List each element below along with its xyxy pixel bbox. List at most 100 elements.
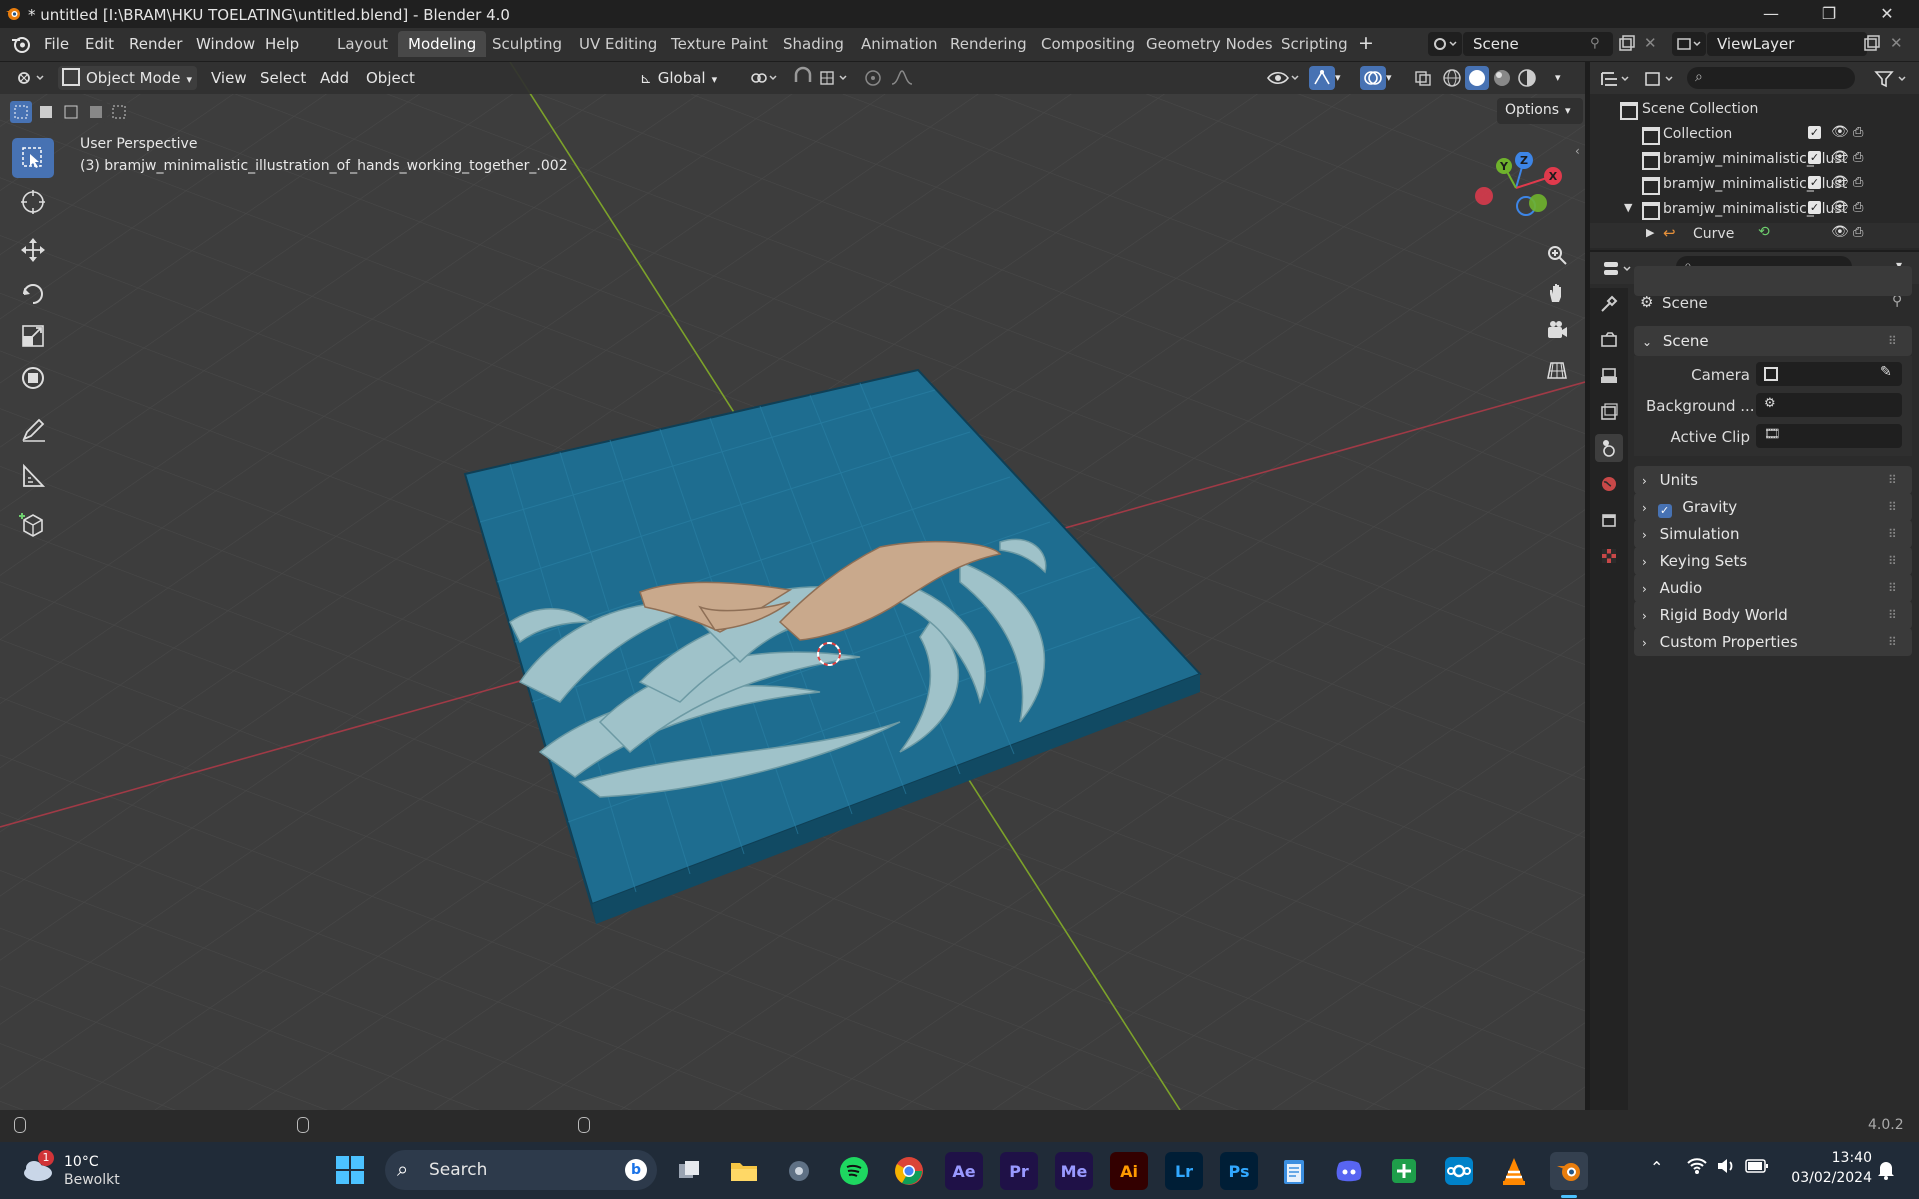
camera-view-icon[interactable]	[1539, 313, 1575, 349]
minimize-button[interactable]: —	[1743, 0, 1799, 28]
menu-render[interactable]: Render	[129, 35, 182, 53]
settings-icon[interactable]	[780, 1152, 818, 1190]
rotate-tool[interactable]	[12, 274, 54, 314]
eye-icon[interactable]: 👁	[1831, 224, 1849, 240]
viewlayer-name-field[interactable]: ViewLayer	[1707, 32, 1867, 56]
drag-handle-icon[interactable]: ⠿	[1888, 466, 1897, 494]
battery-icon[interactable]	[1745, 1158, 1769, 1178]
collection-tab-icon[interactable]	[1595, 506, 1623, 534]
eye-icon[interactable]: 👁	[1831, 124, 1849, 140]
visibility-icon[interactable]	[1265, 66, 1301, 90]
tab-scripting[interactable]: Scripting	[1271, 31, 1358, 57]
tab-texture-paint[interactable]: Texture Paint	[661, 31, 778, 57]
maximize-button[interactable]: ❐	[1801, 0, 1857, 28]
expand-arrow-icon[interactable]: ▼	[1624, 201, 1632, 214]
delete-scene-icon[interactable]: ✕	[1644, 34, 1664, 54]
drag-handle-icon[interactable]: ⠿	[1888, 628, 1897, 656]
drag-handle-icon[interactable]: ⠿	[1888, 547, 1897, 575]
render-tab-icon[interactable]	[1595, 326, 1623, 354]
weather-widget[interactable]: 1 10°C Bewolkt	[20, 1148, 140, 1192]
green-app-icon[interactable]	[1385, 1152, 1423, 1190]
camera-render-icon[interactable]: ⎙	[1853, 225, 1863, 240]
chrome-icon[interactable]	[890, 1152, 928, 1190]
tab-layout[interactable]: Layout	[327, 31, 398, 57]
outliner-item[interactable]: ▶ ↩ Curve ⟲ 👁 ⎙	[1590, 223, 1919, 248]
select-box-tool[interactable]	[12, 138, 54, 178]
sidebar-toggle-icon[interactable]: ‹	[1575, 144, 1585, 158]
material-shading-icon[interactable]	[1490, 66, 1514, 90]
menu-help[interactable]: Help	[265, 35, 299, 53]
falloff-icon[interactable]	[888, 66, 922, 90]
proportional-edit-icon[interactable]	[860, 66, 886, 90]
menu-file[interactable]: File	[44, 35, 69, 53]
tab-animation[interactable]: Animation	[851, 31, 947, 57]
eye-icon[interactable]: 👁	[1831, 149, 1849, 165]
view-layer-tab-icon[interactable]	[1595, 398, 1623, 426]
zoom-icon[interactable]	[1539, 237, 1575, 273]
volume-icon[interactable]	[1715, 1156, 1737, 1180]
premiere-icon[interactable]: Pr	[1000, 1152, 1038, 1190]
delete-viewlayer-icon[interactable]: ✕	[1890, 34, 1910, 54]
notification-bell-icon[interactable]	[1876, 1159, 1896, 1185]
display-mode-icon[interactable]	[1642, 68, 1678, 90]
menu-object[interactable]: Object	[366, 66, 415, 90]
exclude-checkbox[interactable]: ✓	[1808, 151, 1821, 164]
clock-date[interactable]: 03/02/2024	[1778, 1170, 1872, 1186]
simulation-panel[interactable]: › Simulation ⠿	[1634, 520, 1912, 548]
drag-handle-icon[interactable]: ⠿	[1888, 574, 1897, 602]
scene-panel[interactable]: ⌄ Scene ⠿	[1634, 326, 1912, 356]
editor-type-button[interactable]	[12, 66, 48, 90]
3d-viewport[interactable]: Object Mode ▾ View Select Add Object ⊾ Glo…	[0, 62, 1585, 1110]
tab-rendering[interactable]: Rendering	[940, 31, 1037, 57]
texture-tab-icon[interactable]	[1595, 542, 1623, 570]
drag-handle-icon[interactable]: ⠿	[1888, 520, 1897, 548]
gizmo-dropdown-icon[interactable]: ▾	[1335, 66, 1351, 90]
wifi-icon[interactable]	[1686, 1156, 1708, 1181]
discord-icon[interactable]	[1330, 1152, 1368, 1190]
add-cube-tool[interactable]	[12, 504, 54, 544]
output-tab-icon[interactable]	[1595, 362, 1623, 390]
rigid-body-world-panel[interactable]: › Rigid Body World ⠿	[1634, 601, 1912, 629]
object-mode-dropdown[interactable]: Object Mode ▾	[58, 66, 197, 90]
camera-render-icon[interactable]: ⎙	[1853, 175, 1863, 190]
outliner-item[interactable]: bramjw_minimalistic_illust ✓ 👁 ⎙	[1590, 173, 1919, 198]
outliner-item[interactable]: ▼ bramjw_minimalistic_illust ✓ 👁 ⎙	[1590, 198, 1919, 223]
clock-time[interactable]: 13:40	[1792, 1150, 1872, 1166]
vlc-icon[interactable]	[1495, 1152, 1533, 1190]
solid-shading-icon[interactable]	[1465, 66, 1489, 90]
file-explorer-icon[interactable]	[725, 1152, 763, 1190]
outliner-scene-collection[interactable]: Scene Collection	[1590, 98, 1919, 123]
show-hidden-icons[interactable]: ⌃	[1650, 1158, 1663, 1177]
camera-render-icon[interactable]: ⎙	[1853, 150, 1863, 165]
close-button[interactable]: ✕	[1859, 0, 1915, 28]
move-tool[interactable]	[12, 230, 54, 270]
nextcloud-icon[interactable]	[1440, 1152, 1478, 1190]
gravity-checkbox[interactable]: ✓	[1657, 504, 1672, 518]
active-clip-field[interactable]: 🎞	[1756, 424, 1902, 448]
filter-icon[interactable]	[1872, 68, 1912, 90]
scene-panel-header[interactable]	[1634, 266, 1912, 296]
selection-mode-buttons[interactable]	[10, 100, 128, 124]
pivot-point-icon[interactable]	[746, 66, 780, 90]
rendered-shading-icon[interactable]	[1515, 66, 1539, 90]
camera-render-icon[interactable]: ⎙	[1853, 200, 1863, 215]
tab-sculpting[interactable]: Sculpting	[482, 31, 572, 57]
task-view-icon[interactable]	[670, 1152, 708, 1190]
tab-shading[interactable]: Shading	[773, 31, 854, 57]
taskbar-search-box[interactable]: ⌕ Search b	[385, 1150, 657, 1190]
eye-icon[interactable]: 👁	[1831, 199, 1849, 215]
camera-field[interactable]: ✎	[1756, 362, 1902, 386]
overlays-icon[interactable]	[1360, 66, 1386, 90]
xray-icon[interactable]	[1410, 66, 1436, 90]
eyedropper-icon[interactable]: ✎	[1880, 364, 1892, 380]
cursor-tool[interactable]	[12, 182, 54, 222]
start-button[interactable]	[334, 1154, 366, 1186]
navigation-gizmo[interactable]: Z X Y	[1462, 151, 1572, 232]
media-encoder-icon[interactable]: Me	[1055, 1152, 1093, 1190]
new-scene-icon[interactable]	[1617, 34, 1637, 54]
measure-tool[interactable]	[12, 456, 54, 496]
wireframe-shading-icon[interactable]	[1440, 66, 1464, 90]
gravity-panel[interactable]: › ✓ Gravity ⠿	[1634, 493, 1912, 521]
tab-compositing[interactable]: Compositing	[1031, 31, 1145, 57]
spotify-icon[interactable]	[835, 1152, 873, 1190]
